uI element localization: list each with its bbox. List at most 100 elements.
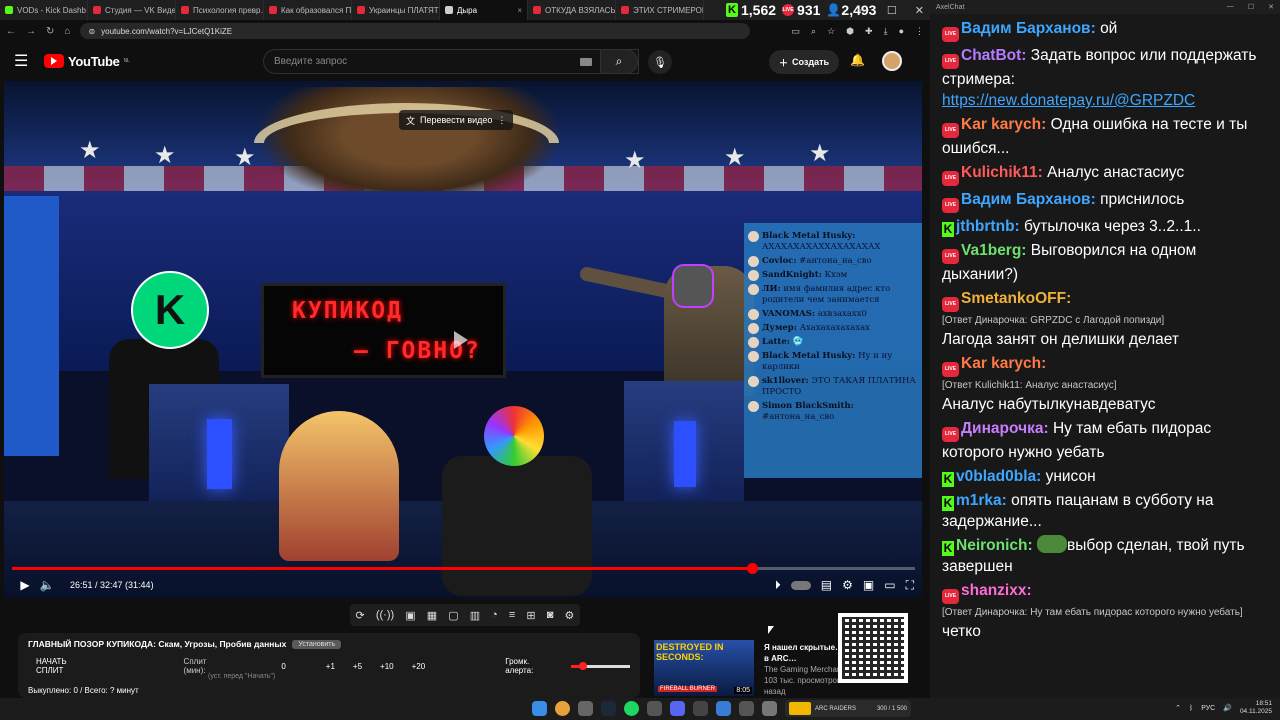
download-icon[interactable]: ⤓ <box>884 26 888 37</box>
chat-username[interactable]: Va1berg: <box>961 242 1026 259</box>
loop-icon[interactable]: ⟳ <box>356 609 365 622</box>
frames-icon[interactable]: ▥ <box>470 609 480 622</box>
plus-1-button[interactable]: +1 <box>326 662 335 671</box>
play-icon[interactable]: ▶ <box>14 578 36 592</box>
screenshot-icon[interactable]: ◙ <box>547 609 554 621</box>
chat-username[interactable]: Вадим Барханов: <box>961 20 1096 37</box>
install-badge[interactable]: Установить <box>292 639 342 649</box>
chrome-icon[interactable] <box>555 701 570 716</box>
browser-tab[interactable]: Дыра × <box>440 0 528 20</box>
plus-5-button[interactable]: +5 <box>353 662 362 671</box>
filter-icon[interactable]: ≡ <box>509 609 515 621</box>
voice-search-button[interactable]: 🎙 <box>648 50 672 74</box>
game-widget[interactable]: ARC RAIDERS 300 / 1 500 <box>785 700 911 717</box>
progress-bar[interactable] <box>12 563 915 574</box>
subtitles-icon[interactable]: ▤ <box>821 578 832 592</box>
film-icon[interactable]: ▦ <box>427 609 437 622</box>
settings-gear-icon[interactable]: ⚙ <box>842 578 853 592</box>
chat-username[interactable]: Kar karych: <box>961 116 1046 133</box>
puzzle-icon[interactable]: ✚ <box>865 26 873 37</box>
miniplayer-icon[interactable]: ▣ <box>863 578 874 592</box>
url-field[interactable]: ⊜ youtube.com/watch?v=LJCetQ1KiZE <box>80 23 751 39</box>
more-vert-icon[interactable]: ⋮ <box>497 115 506 126</box>
app2-icon[interactable] <box>739 701 754 716</box>
bookmark-star-icon[interactable]: ☆ <box>827 26 835 37</box>
windows-start-icon[interactable] <box>532 701 547 716</box>
back-icon[interactable]: ← <box>6 26 16 37</box>
steam-icon[interactable] <box>601 701 616 716</box>
chat-message-list[interactable]: LIVE Вадим Барханов: ой LIVE ChatBot: Задат… <box>930 14 1280 642</box>
forward-icon[interactable]: → <box>26 26 36 37</box>
chat-username[interactable]: Динарочка: <box>961 420 1049 437</box>
volume-tray-icon[interactable]: 🔊 <box>1223 704 1232 712</box>
close-button[interactable]: ✕ <box>915 4 924 17</box>
obs-icon[interactable] <box>693 701 708 716</box>
keyboard-icon[interactable] <box>580 57 592 66</box>
browser-tab[interactable]: ЭТИХ СТРИМЕРОВ× <box>616 0 704 20</box>
ext-settings-icon[interactable]: ⚙ <box>564 609 574 622</box>
site-info-icon[interactable]: ⊜ <box>88 27 95 36</box>
reload-icon[interactable]: ↻ <box>46 26 54 37</box>
chat-username[interactable]: jthbrtnb: <box>956 218 1020 235</box>
split-value[interactable]: 0 <box>281 662 285 671</box>
video-player[interactable]: ★ ★ ★ ★ ★ ★ КУПИКОД – ГОВНО? K Black Met… <box>4 81 922 598</box>
slider-knob[interactable] <box>579 661 588 670</box>
translate-video-button[interactable]: 文 Перевести видео ⋮ <box>399 110 514 130</box>
discord-icon[interactable] <box>670 701 685 716</box>
chat-minimize-button[interactable]: — <box>1227 3 1234 11</box>
app3-icon[interactable] <box>762 701 777 716</box>
chat-username[interactable]: shanzixx: <box>961 582 1032 599</box>
autoplay-toggle[interactable] <box>790 580 811 590</box>
notifications-bell-icon[interactable]: 🔔 <box>850 53 865 67</box>
chat-username[interactable]: Neironich: <box>956 537 1033 554</box>
audio-icon[interactable]: ((·)) <box>376 609 394 621</box>
language-indicator[interactable]: РУС <box>1201 705 1215 712</box>
minimize-button[interactable]: — <box>858 4 869 16</box>
browser-tab[interactable]: VODs - Kick Dashb× <box>0 0 88 20</box>
browser-tab[interactable]: Психология превр…× <box>176 0 264 20</box>
volume-icon[interactable]: 🔈 <box>36 578 58 592</box>
chevron-up-icon[interactable]: ⌃ <box>1175 704 1181 712</box>
browser-tab[interactable]: ОТКУДА ВЗЯЛАСЬ…× <box>528 0 616 20</box>
chat-username[interactable]: Вадим Барханов: <box>961 191 1096 208</box>
theater-mode-icon[interactable]: ▭ <box>884 578 895 592</box>
app-icon[interactable] <box>647 701 662 716</box>
youtube-logo[interactable]: YouTube NL <box>44 54 130 69</box>
autoplay-icon[interactable]: ⏵ <box>775 578 781 593</box>
clock[interactable]: 18:51 04.11.2025 <box>1240 700 1272 716</box>
crop-icon[interactable]: ▢ <box>448 609 458 622</box>
chat-maximize-button[interactable]: ☐ <box>1248 3 1254 11</box>
chat-close-button[interactable]: ✕ <box>1268 3 1274 11</box>
maximize-button[interactable]: ☐ <box>887 4 897 17</box>
menu-icon[interactable]: ☰ <box>14 51 44 71</box>
extension-icon[interactable]: ⬢ <box>846 26 854 37</box>
browser-tab[interactable]: Как образовался П…× <box>264 0 352 20</box>
plus-10-button[interactable]: +10 <box>380 662 394 671</box>
plus-20-button[interactable]: +20 <box>412 662 426 671</box>
more-icon[interactable]: ⋮ <box>915 26 924 37</box>
search-button[interactable]: ⌕ <box>600 49 638 74</box>
alert-volume-slider[interactable] <box>571 661 631 670</box>
chat-username[interactable]: v0blad0bla: <box>956 468 1041 485</box>
create-button[interactable]: ＋ Создать <box>769 50 840 74</box>
browser-tab[interactable]: Студия — VK Видео× <box>88 0 176 20</box>
search-input[interactable]: Введите запрос <box>263 49 639 74</box>
telegram-icon[interactable] <box>716 701 731 716</box>
home-icon[interactable]: ⌂ <box>64 26 70 37</box>
speed-icon[interactable]: ◔ <box>491 609 498 621</box>
browser-tab[interactable]: Украинцы ПЛАТЯТ× <box>352 0 440 20</box>
chat-username[interactable]: ChatBot: <box>961 47 1026 64</box>
chat-username[interactable]: SmetankoOFF: <box>961 290 1071 307</box>
avatar[interactable] <box>882 51 902 71</box>
chat-username[interactable]: Kar karych: <box>961 355 1046 372</box>
profile-icon[interactable]: ● <box>899 26 904 37</box>
zoom-icon[interactable]: ⌕ <box>811 26 816 37</box>
chat-username[interactable]: Kulichik11: <box>961 164 1043 181</box>
chat-link[interactable]: https://new.donatepay.ru/@GRPZDC <box>942 92 1195 109</box>
chat-username[interactable]: m1rka: <box>956 492 1007 509</box>
spotify-icon[interactable] <box>624 701 639 716</box>
tab-close-icon[interactable]: × <box>517 6 522 15</box>
add-icon[interactable]: ⊞ <box>526 609 535 622</box>
explorer-icon[interactable] <box>578 701 593 716</box>
start-split-button[interactable]: НАЧАТЬ СПЛИТ <box>28 657 98 675</box>
